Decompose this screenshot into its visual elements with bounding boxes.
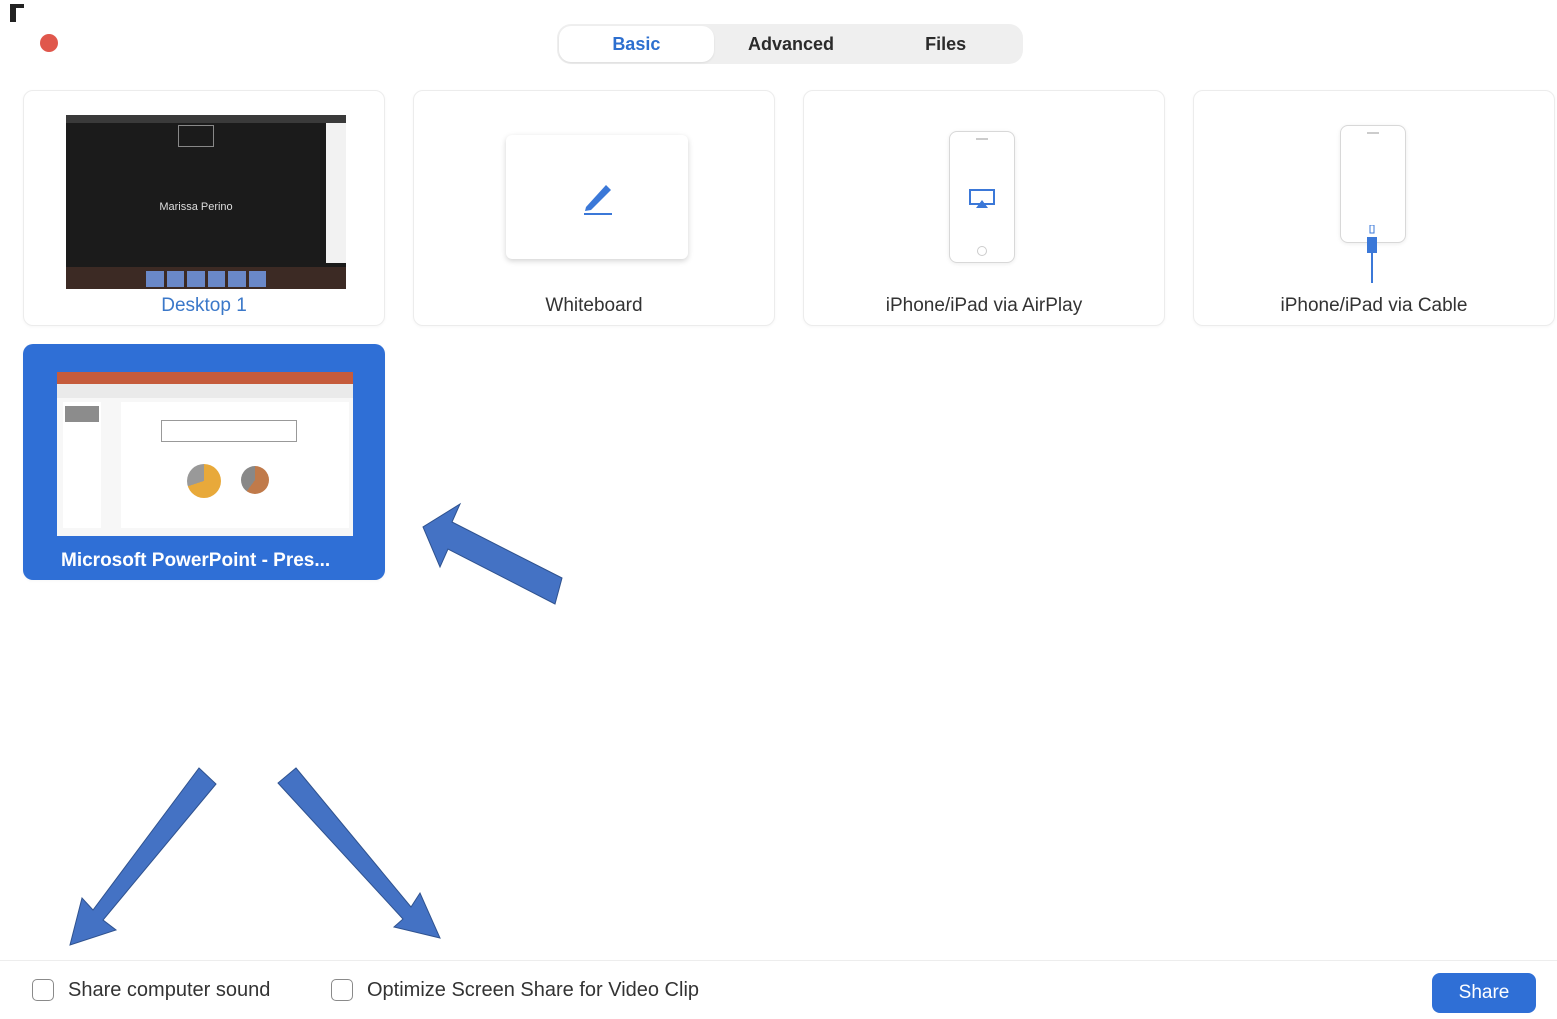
share-sound-label[interactable]: Share computer sound [68,979,270,1002]
optimize-checkbox[interactable] [331,979,353,1001]
share-sound-checkbox[interactable] [32,979,54,1001]
bottom-bar: Share computer sound Optimize Screen Sha… [0,960,1557,1019]
arrow-icon [69,767,217,946]
share-button[interactable]: Share [1432,973,1536,1013]
optimize-label[interactable]: Optimize Screen Share for Video Clip [367,979,699,1002]
arrow-icon [422,502,563,605]
arrow-icon [277,767,441,939]
annotation-arrows [69,502,563,946]
share-screen-window: Basic Advanced Files Marissa Perino Desk… [0,0,1557,1018]
